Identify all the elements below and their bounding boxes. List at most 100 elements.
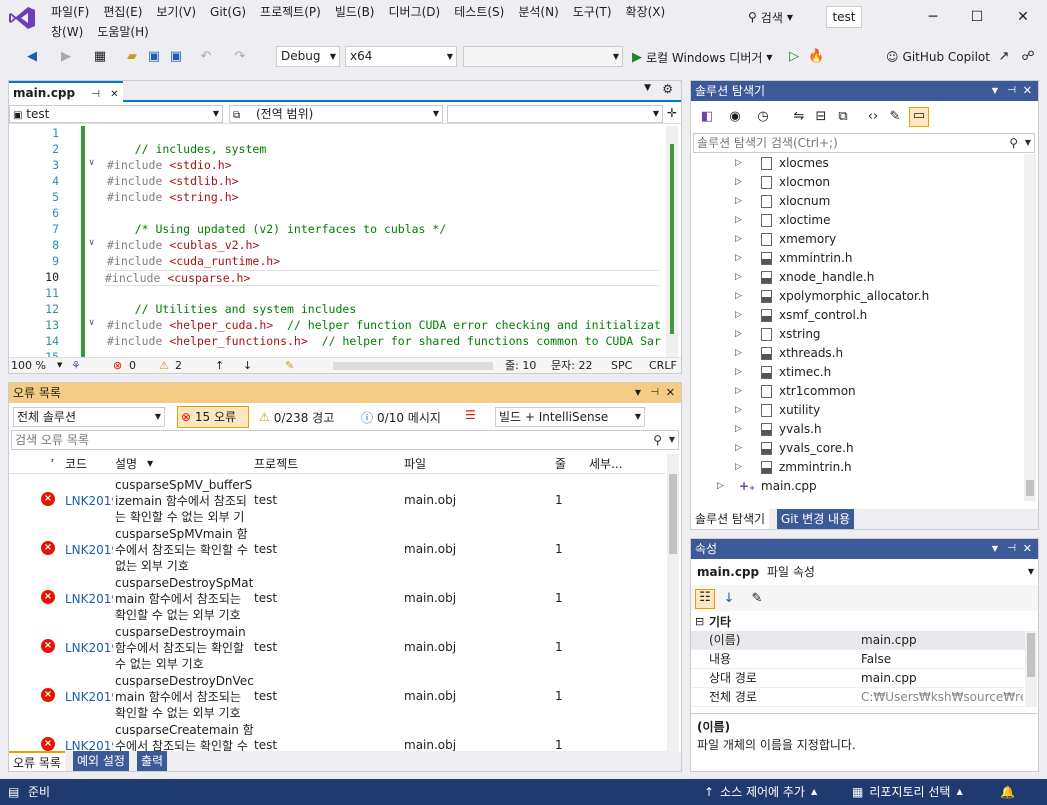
global-scope-dropdown[interactable]: ⧉ (전역 범위) ▼ xyxy=(229,105,443,123)
pin-icon[interactable]: ⊣ xyxy=(1007,81,1016,101)
column-details[interactable]: 세부... xyxy=(589,454,623,474)
column-file[interactable]: 파일 xyxy=(404,454,426,474)
chevron-down-icon[interactable]: ▼ xyxy=(992,81,998,101)
tree-item[interactable]: ▷ xtimec.h xyxy=(691,363,1021,382)
tree-item[interactable]: ▷ xstring xyxy=(691,325,1021,344)
errors-filter-button[interactable]: ⊗ 15 오류 xyxy=(177,406,249,428)
close-icon[interactable]: ✕ xyxy=(1023,81,1032,101)
configuration-dropdown[interactable]: Debug ▼ xyxy=(276,46,340,67)
arrow-down-icon[interactable]: ↓ xyxy=(243,358,252,373)
menu-item[interactable]: 창(W) xyxy=(44,22,90,42)
arrow-up-icon[interactable]: ↑ xyxy=(215,358,224,373)
tree-item[interactable]: ▷ xmmintrin.h xyxy=(691,249,1021,268)
tab-exception-settings[interactable]: 예외 설정 xyxy=(73,751,129,771)
chevron-down-icon[interactable]: ▼ xyxy=(992,539,998,559)
back-icon[interactable]: ◀ xyxy=(24,49,40,65)
tree-item[interactable]: ▷ yvals.h xyxy=(691,420,1021,439)
platform-dropdown[interactable]: x64 ▼ xyxy=(345,46,457,67)
split-add-icon[interactable]: ✛ xyxy=(667,106,677,120)
menu-item[interactable]: 테스트(S) xyxy=(447,2,511,22)
editor-vertical-scrollbar[interactable] xyxy=(666,126,678,358)
error-code[interactable]: LNK2019 xyxy=(65,526,113,575)
share-icon[interactable]: ↗ xyxy=(996,49,1012,65)
start-debugging-button[interactable]: ▶ 로컬 Windows 디버거 ▼ xyxy=(632,47,773,67)
tab-error-list[interactable]: 오류 목록 xyxy=(9,751,65,771)
sync-icon[interactable]: ⇋ xyxy=(791,109,807,125)
select-repository-button[interactable]: ▦ 리포지토리 선택 ▲ xyxy=(852,779,963,805)
property-row[interactable]: 전체 경로 C:₩Users₩ksh₩source₩repos₩ xyxy=(691,688,1025,707)
hscroll-track[interactable] xyxy=(333,362,493,370)
preview-selected-icon[interactable]: ▭ xyxy=(909,107,929,127)
startup-item-dropdown[interactable]: ▼ xyxy=(463,46,623,67)
search-button[interactable]: ⚲ 검색 ▼ xyxy=(742,6,799,28)
error-code[interactable]: LNK2019 xyxy=(65,477,113,526)
error-row[interactable]: × LNK2019cusparseSpMVmain 함수에서 참조되는 확인할 수… xyxy=(9,526,669,575)
column-project[interactable]: 프로젝트 xyxy=(254,454,298,474)
expand-icon[interactable]: ▷ xyxy=(717,477,724,496)
tree-item[interactable]: ▷ xnode_handle.h xyxy=(691,268,1021,287)
error-row[interactable]: × LNK2019cusparseDestroySpMatmain 함수에서 참조… xyxy=(9,575,669,624)
expand-icon[interactable]: ▷ xyxy=(735,344,742,363)
expand-icon[interactable]: ▷ xyxy=(735,287,742,306)
save-all-icon[interactable]: ▣ xyxy=(168,49,184,65)
tree-item[interactable]: ▷ xutility xyxy=(691,401,1021,420)
close-button[interactable]: ✕ xyxy=(1008,4,1038,30)
menu-item[interactable]: Git(G) xyxy=(203,2,253,22)
add-to-source-control-button[interactable]: ↑ 소스 제어에 추가 ▲ xyxy=(704,779,817,805)
menu-item[interactable]: 도움말(H) xyxy=(90,22,156,42)
chevron-down-icon[interactable]: ▼ xyxy=(635,383,641,403)
tree-item[interactable]: ▷ xmemory xyxy=(691,230,1021,249)
zoom-level[interactable]: 100 % xyxy=(11,358,46,373)
github-copilot-button[interactable]: ☺ GitHub Copilot xyxy=(886,47,990,67)
properties-scrollbar[interactable] xyxy=(1025,631,1037,707)
menu-item[interactable]: 프로젝트(P) xyxy=(253,2,328,22)
menu-item[interactable]: 확장(X) xyxy=(619,2,673,22)
minimize-button[interactable]: ─ xyxy=(918,4,948,30)
undo-icon[interactable]: ↶ xyxy=(198,49,214,65)
brush-icon[interactable]: ✎ xyxy=(285,358,294,373)
tree-item[interactable]: ▷ xloctime xyxy=(691,211,1021,230)
expand-icon[interactable]: ▷ xyxy=(735,306,742,325)
pin-icon[interactable]: ⊣ xyxy=(91,89,100,100)
health-icon[interactable]: ⚘ xyxy=(71,358,81,373)
build-filter-dropdown[interactable]: 빌드 + IntelliSense ▼ xyxy=(495,407,645,427)
tree-item[interactable]: ▷ xsmf_control.h xyxy=(691,306,1021,325)
tab-output[interactable]: 출력 xyxy=(137,751,168,771)
error-code[interactable]: LNK2019 xyxy=(65,673,113,722)
tree-item-main-cpp[interactable]: ▷ +₊ main.cpp xyxy=(691,477,1021,496)
error-row[interactable]: × LNK2019cusparseDestroyDnVecmain 함수에서 참조… xyxy=(9,673,669,722)
settings-icon[interactable]: ⚙ xyxy=(662,82,673,96)
new-project-icon[interactable]: ▦ xyxy=(92,49,108,65)
error-scope-dropdown[interactable]: 전체 솔루션 ▼ xyxy=(13,407,165,427)
error-code[interactable]: LNK2019 xyxy=(65,575,113,624)
column-code[interactable]: 코드 xyxy=(65,454,87,474)
expand-icon[interactable]: ▷ xyxy=(735,458,742,477)
column-indicator[interactable]: 문자: 22 xyxy=(551,358,592,373)
warnings-filter-button[interactable]: ⚠ 0/238 경고 xyxy=(259,408,334,426)
close-icon[interactable]: ✕ xyxy=(1023,539,1032,559)
fold-chevron-icon[interactable]: ∨ xyxy=(89,318,94,328)
hot-reload-icon[interactable]: 🔥 xyxy=(808,49,824,65)
properties-category[interactable]: ⊟ 기타 xyxy=(691,613,1038,631)
property-pages-icon[interactable]: ✎ xyxy=(749,591,765,607)
properties-wrench-icon[interactable]: ✎ xyxy=(887,109,903,125)
whitespace-indicator[interactable]: SPC xyxy=(611,358,632,373)
expand-icon[interactable]: ▷ xyxy=(735,420,742,439)
menu-item[interactable]: 디버그(D) xyxy=(382,2,448,22)
menu-item[interactable]: 빌드(B) xyxy=(328,2,382,22)
collapse-all-icon[interactable]: ⊟ xyxy=(813,109,829,125)
tab-main-cpp[interactable]: main.cpp ⊣ ✕ xyxy=(9,81,123,102)
properties-object-selector[interactable]: main.cpp 파일 속성 ▼ xyxy=(691,561,1038,583)
notifications-bell-icon[interactable]: 🔔 xyxy=(1000,779,1015,805)
expand-icon[interactable]: ▷ xyxy=(735,325,742,344)
error-list-scrollbar[interactable] xyxy=(667,454,679,752)
tree-item[interactable]: ▷ xlocmes xyxy=(691,154,1021,173)
expand-icon[interactable]: ▷ xyxy=(735,211,742,230)
close-icon[interactable]: ✕ xyxy=(666,383,675,403)
close-icon[interactable]: ✕ xyxy=(110,89,118,100)
tab-git-changes[interactable]: Git 변경 내용 xyxy=(777,509,855,529)
show-all-files-icon[interactable]: ⧉ xyxy=(835,109,851,125)
alphabetical-icon[interactable]: ↓ xyxy=(721,591,737,607)
save-icon[interactable]: ▣ xyxy=(146,49,162,65)
tree-item[interactable]: ▷ xpolymorphic_allocator.h xyxy=(691,287,1021,306)
